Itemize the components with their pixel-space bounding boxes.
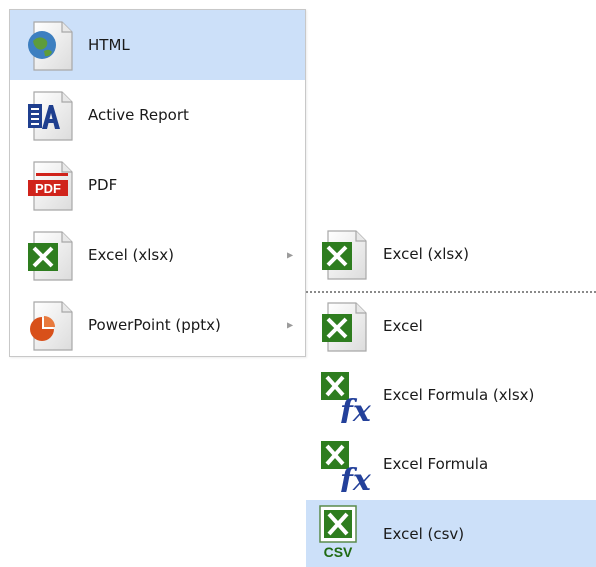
submenu-arrow-icon: ▶	[287, 320, 294, 330]
excel-formula-icon: fx	[321, 372, 372, 423]
menu-item-pdf[interactable]: PDF PDF	[10, 150, 305, 220]
submenu-item-excel-csv[interactable]: CSV Excel (csv)	[306, 500, 596, 567]
svg-text:fx: fx	[338, 463, 372, 492]
svg-text:PDF: PDF	[35, 181, 61, 196]
excel-icon	[318, 228, 372, 282]
menu-item-html[interactable]: HTML	[10, 10, 305, 80]
submenu-item-label: Excel Formula	[383, 455, 489, 473]
active-report-icon	[28, 91, 73, 141]
menu-item-label: PDF	[88, 176, 118, 194]
menu-item-powerpoint-pptx[interactable]: PowerPoint (pptx) ▶	[10, 290, 305, 360]
excel-formula-icon: fx	[321, 441, 372, 492]
globe-document-icon	[28, 21, 73, 71]
submenu-item-label: Excel	[383, 317, 423, 335]
svg-text:fx: fx	[338, 394, 372, 423]
menu-item-label: Active Report	[88, 106, 189, 124]
excel-submenu: Excel (xlsx) Excel fx Excel Formula (xls…	[306, 219, 596, 567]
excel-icon	[318, 300, 372, 354]
submenu-item-excel-formula[interactable]: fx Excel Formula	[306, 429, 596, 499]
pdf-icon: PDF	[28, 161, 73, 211]
submenu-item-label: Excel (xlsx)	[383, 245, 469, 263]
menu-item-label: PowerPoint (pptx)	[88, 316, 221, 334]
menu-item-label: HTML	[88, 36, 130, 54]
submenu-item-excel-xlsx[interactable]: Excel (xlsx)	[306, 219, 596, 289]
menu-item-excel-xlsx[interactable]: Excel (xlsx) ▶	[10, 220, 305, 290]
export-format-menu: HTML Active Report PDF PDF Excel (xlsx) …	[9, 9, 306, 357]
menu-item-active-report[interactable]: Active Report	[10, 80, 305, 150]
submenu-item-excel-formula-xlsx[interactable]: fx Excel Formula (xlsx)	[306, 360, 596, 430]
menu-item-label: Excel (xlsx)	[88, 246, 174, 264]
submenu-arrow-icon: ▶	[287, 250, 294, 260]
excel-icon	[24, 229, 78, 283]
excel-csv-icon: CSV	[319, 505, 357, 558]
svg-text:CSV: CSV	[324, 544, 353, 558]
submenu-item-label: Excel Formula (xlsx)	[383, 386, 535, 404]
submenu-item-label: Excel (csv)	[383, 524, 465, 543]
submenu-item-excel[interactable]: Excel	[306, 291, 596, 361]
powerpoint-icon	[30, 301, 73, 351]
